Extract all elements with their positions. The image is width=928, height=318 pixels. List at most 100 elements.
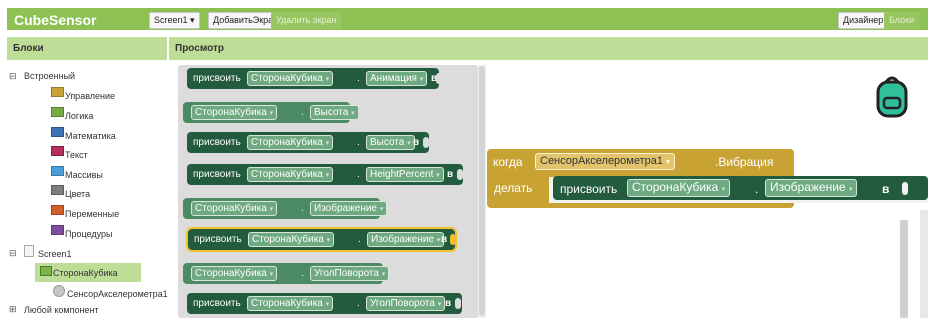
tree-item-accelerometer[interactable]: СенсорАкселерометра1 [67,289,168,299]
screen-icon [24,245,34,257]
app-title: CubeSensor [14,12,97,28]
tree-item-logic[interactable]: Логика [65,111,93,121]
procedures-category-icon [51,225,64,235]
tree-item-procedures[interactable]: Процедуры [65,229,112,239]
expand-toggle-icon[interactable]: ⊞ [9,304,17,315]
tree-item-screen[interactable]: Screen1 [38,249,72,259]
dropdown-arrow-icon: ▾ [666,157,671,166]
setter-block-height-percent[interactable]: присвоить СторонаКубика ▾ . HeightPercen… [187,164,463,185]
dropdown-arrow-icon: ▾ [269,110,274,117]
preview-panel-title: Просмотр [175,43,224,54]
event-do-label: делать [494,181,533,195]
value-socket [902,182,908,195]
blocks-button[interactable]: Блоки [884,12,920,29]
dropdown-arrow-icon: ▾ [325,76,330,83]
top-bar: CubeSensor Screen1 ▾ ДобавитьЭкран Удали… [0,0,928,36]
control-category-icon [51,87,64,97]
setter-block-rotation[interactable]: присвоить СторонаКубика ▾ . УголПоворота… [187,293,462,314]
colors-category-icon [51,185,64,195]
workspace-scrollbar-vertical[interactable] [900,220,908,318]
dropdown-arrow-icon: ▾ [325,172,330,179]
screen-dropdown[interactable]: Screen1 ▾ [149,12,200,29]
value-socket [423,137,429,148]
event-name: .Вибрация [715,155,774,169]
value-socket [455,298,461,309]
remove-screen-button[interactable]: Удалить экран [271,12,342,29]
dropdown-arrow-icon: ▾ [419,76,424,83]
setter-component-dropdown[interactable]: СторонаКубика ▾ [627,179,731,197]
dropdown-arrow-icon: ▾ [848,186,853,193]
tree-item-variables[interactable]: Переменные [65,209,119,219]
backpack-icon[interactable] [874,74,910,118]
lists-category-icon [51,166,64,176]
property-dropdown[interactable]: Высота ▾ [366,135,415,150]
tree-item-math[interactable]: Математика [65,131,116,141]
dropdown-arrow-icon: ▾ [407,140,411,147]
preview-panel-header: Просмотр [169,37,928,60]
dropdown-arrow-icon: ▾ [269,271,274,278]
property-dropdown[interactable]: Изображение ▾ [310,201,388,216]
toolbar-background [7,8,928,30]
designer-button[interactable]: Дизайнер [838,12,889,29]
dropdown-arrow-icon: ▾ [721,186,726,193]
component-dropdown[interactable]: СторонаКубика ▾ [247,71,334,86]
getter-block-height[interactable]: СторонаКубика ▾ . Высота ▾ [183,102,359,123]
workspace-scroll-track[interactable] [920,210,928,318]
value-socket [450,234,456,245]
tree-item-cube-side[interactable]: СторонаКубика [53,268,118,278]
accelerometer-icon [53,285,65,297]
setter-set-label: присвоить [560,182,618,196]
blocks-panel-title: Блоки [13,43,44,54]
component-dropdown[interactable]: СторонаКубика ▾ [247,296,334,311]
dropdown-arrow-icon: ▾ [325,140,330,147]
logic-category-icon [51,107,64,117]
flyout-scrollbar-thumb[interactable] [479,66,485,316]
component-dropdown[interactable]: СторонаКубика ▾ [191,201,278,216]
setter-block-height[interactable]: присвоить СторонаКубика ▾ . Высота ▾ в [187,132,429,153]
dropdown-arrow-icon: ▾ [381,271,386,278]
setter-block-image-selected[interactable]: присвоить СторонаКубика ▾ . Изображение … [186,227,457,252]
blocks-tree: ⊟ Встроенный Управление Логика Математик… [7,61,168,318]
setter-dot: . [755,182,759,196]
value-socket [457,169,463,180]
collapse-toggle-icon[interactable]: ⊟ [9,71,17,82]
dropdown-arrow-icon: ▾ [326,237,331,244]
collapse-toggle-icon[interactable]: ⊟ [9,248,17,259]
property-dropdown[interactable]: Анимация ▾ [366,71,428,86]
blocks-panel-header: Блоки [7,37,168,60]
tree-item-any-component[interactable]: Любой компонент [24,305,99,315]
property-dropdown[interactable]: HeightPercent ▾ [366,167,444,182]
getter-block-rotation[interactable]: СторонаКубика ▾ . УголПоворота ▾ [183,263,390,284]
component-dropdown[interactable]: СторонаКубика ▾ [191,266,278,281]
dropdown-arrow-icon: ▾ [379,206,384,213]
dropdown-arrow-icon: ▾ [269,206,274,213]
tree-item-lists[interactable]: Массивы [65,170,103,180]
variables-category-icon [51,205,64,215]
component-dropdown[interactable]: СторонаКубика ▾ [247,167,334,182]
property-dropdown[interactable]: Изображение ▾ [367,232,445,247]
tree-item-colors[interactable]: Цвета [65,189,90,199]
dropdown-arrow-icon: ▾ [325,301,330,308]
dropdown-arrow-icon: ▾ [437,301,442,308]
property-dropdown[interactable]: Высота ▾ [310,105,359,120]
property-dropdown[interactable]: УголПоворота ▾ [366,296,446,311]
property-dropdown[interactable]: УголПоворота ▾ [310,266,390,281]
dropdown-arrow-icon: ▾ [351,110,355,117]
dropdown-arrow-icon: ▾ [436,237,441,244]
tree-item-control[interactable]: Управление [65,91,115,101]
tree-item-text[interactable]: Текст [65,150,88,160]
math-category-icon [51,127,64,137]
dropdown-arrow-icon: ▾ [436,172,440,179]
tree-item-builtin[interactable]: Встроенный [24,71,75,81]
component-dropdown[interactable]: СторонаКубика ▾ [191,105,278,120]
value-socket [436,73,442,84]
image-component-icon [40,266,52,276]
setter-property-dropdown[interactable]: Изображение ▾ [765,179,858,197]
text-category-icon [51,146,64,156]
event-when-label: когда [493,155,523,169]
getter-block-image[interactable]: СторонаКубика ▾ . Изображение ▾ [183,198,388,219]
component-dropdown[interactable]: СторонаКубика ▾ [247,135,334,150]
setter-block-animation[interactable]: присвоить СторонаКубика ▾ . Анимация ▾ в [187,68,442,89]
component-dropdown[interactable]: СторонаКубика ▾ [248,232,335,247]
event-component-dropdown[interactable]: СенсорАкселерометра1 ▾ [535,153,676,170]
